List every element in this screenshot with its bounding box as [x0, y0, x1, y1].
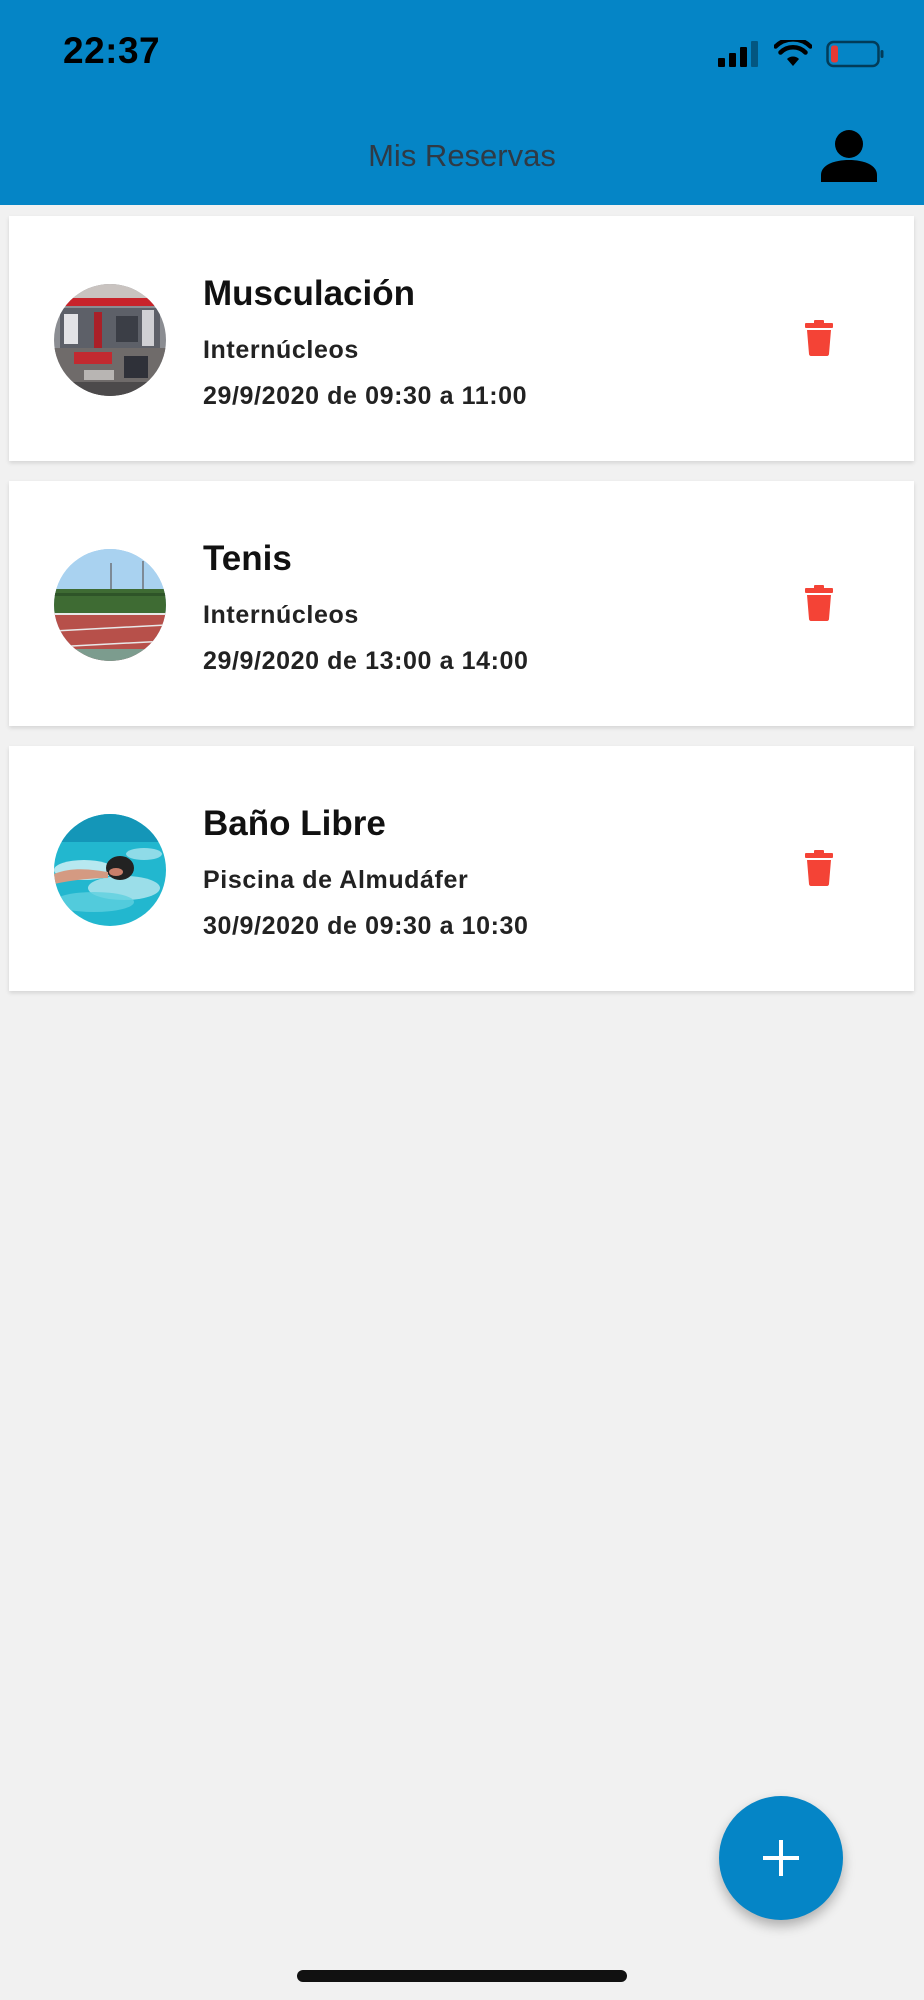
battery-icon [826, 40, 884, 68]
tennis-court-photo [54, 549, 166, 661]
gym-photo [54, 284, 166, 396]
add-reservation-button[interactable] [719, 1796, 843, 1920]
wifi-icon [774, 40, 812, 66]
trash-icon [805, 850, 833, 886]
status-time: 22:37 [63, 30, 161, 71]
activity-venue: Internúcleos [203, 601, 359, 629]
reservation-card[interactable]: Tenis Internúcleos 29/9/2020 de 13:00 a … [9, 481, 914, 726]
delete-button[interactable] [805, 850, 841, 890]
activity-title: Musculación [203, 274, 415, 313]
delete-button[interactable] [805, 585, 841, 625]
activity-title: Tenis [203, 539, 292, 578]
swimmer-photo [54, 814, 166, 926]
page-title: Mis Reservas [368, 138, 556, 173]
person-icon [821, 130, 877, 182]
activity-time: 30/9/2020 de 09:30 a 10:30 [203, 912, 529, 940]
activity-time: 29/9/2020 de 13:00 a 14:00 [203, 647, 529, 675]
activity-venue: Internúcleos [203, 336, 359, 364]
activity-image [54, 814, 166, 926]
trash-icon [805, 320, 833, 356]
delete-button[interactable] [805, 320, 841, 360]
plus-icon [763, 1840, 799, 1876]
status-icons [718, 40, 884, 68]
activity-time: 29/9/2020 de 09:30 a 11:00 [203, 382, 528, 410]
activity-image [54, 549, 166, 661]
activity-image [54, 284, 166, 396]
cellular-signal-icon [718, 41, 758, 67]
app-bar: 22:37 Mis Reservas [0, 0, 924, 205]
activity-venue: Piscina de Almudáfer [203, 866, 469, 894]
reservation-card[interactable]: Baño Libre Piscina de Almudáfer 30/9/202… [9, 746, 914, 991]
profile-button[interactable] [820, 128, 878, 182]
reservation-card[interactable]: Musculación Internúcleos 29/9/2020 de 09… [9, 216, 914, 461]
activity-title: Baño Libre [203, 804, 386, 843]
trash-icon [805, 585, 833, 621]
home-indicator[interactable] [297, 1970, 627, 1982]
